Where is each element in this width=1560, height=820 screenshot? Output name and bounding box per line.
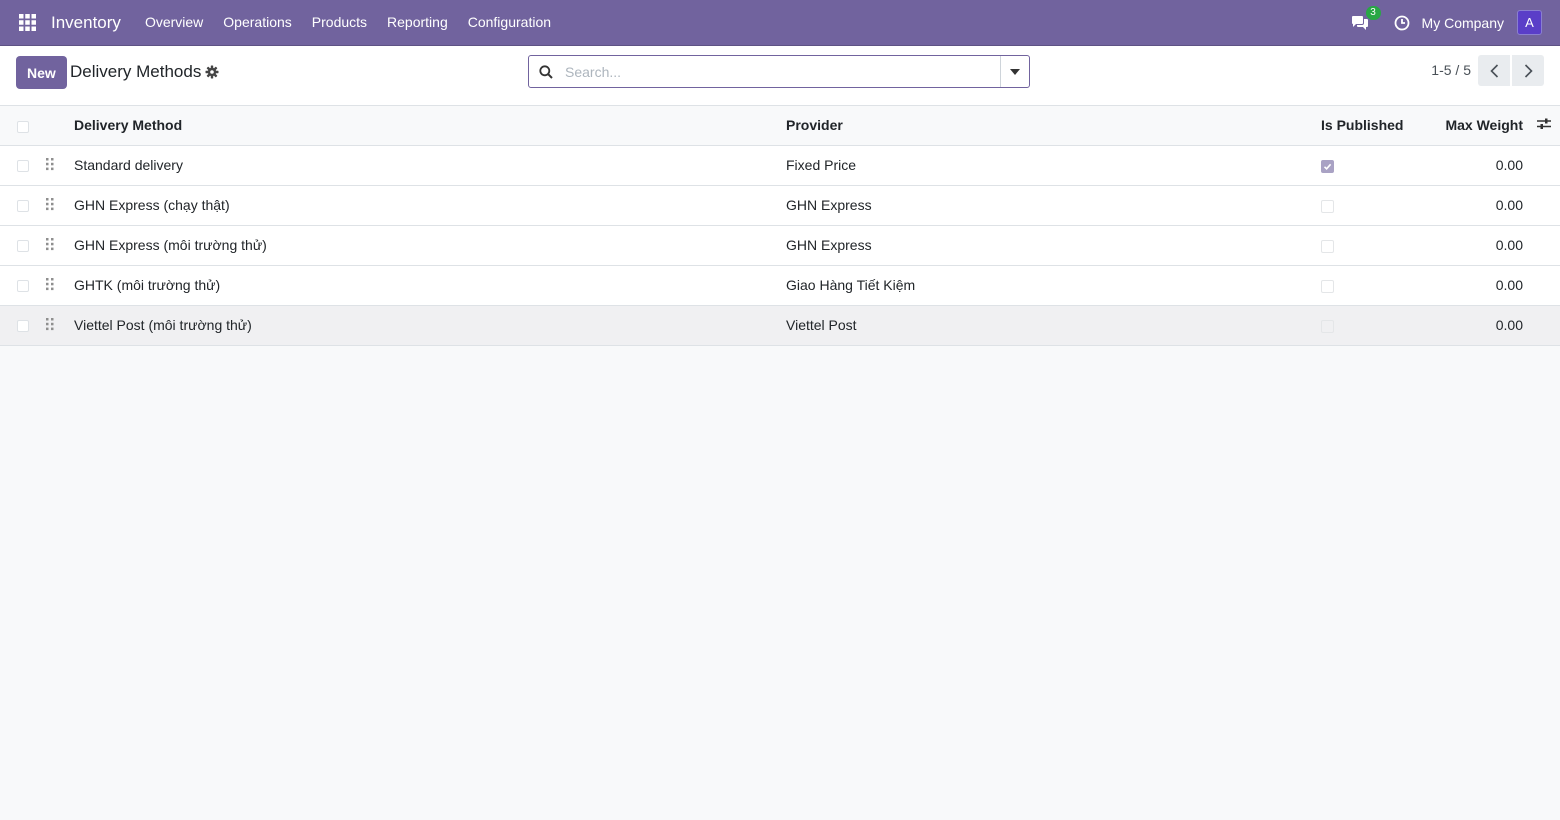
optional-columns-icon[interactable] bbox=[1537, 117, 1551, 133]
cell-max-weight: 0.00 bbox=[1431, 265, 1560, 306]
cell-delivery-method: Viettel Post (môi trường thử) bbox=[74, 305, 786, 346]
is-published-checkbox bbox=[1321, 199, 1334, 213]
messaging-icon[interactable]: 3 bbox=[1348, 5, 1381, 35]
menu-configuration[interactable]: Configuration bbox=[458, 0, 561, 45]
cell-provider: Giao Hàng Tiết Kiệm bbox=[786, 265, 1321, 306]
search-options-toggle[interactable] bbox=[1000, 56, 1029, 87]
cell-provider: GHN Express bbox=[786, 225, 1321, 266]
select-all-checkbox[interactable] bbox=[17, 120, 29, 133]
search-bar bbox=[528, 55, 1030, 88]
cell-provider: Fixed Price bbox=[786, 145, 1321, 186]
cell-provider: GHN Express bbox=[786, 185, 1321, 226]
page-title: Delivery Methods bbox=[70, 62, 202, 81]
caret-down-icon bbox=[1010, 68, 1020, 75]
is-published-checkbox bbox=[1321, 279, 1334, 293]
menu-operations[interactable]: Operations bbox=[213, 0, 301, 45]
app-brand[interactable]: Inventory bbox=[51, 13, 121, 33]
user-avatar[interactable]: A bbox=[1517, 10, 1542, 35]
table-row[interactable]: GHN Express (môi trường thử) GHN Express… bbox=[0, 225, 1560, 266]
drag-handle-icon[interactable] bbox=[45, 157, 55, 171]
is-published-checkbox bbox=[1321, 159, 1334, 173]
table-row[interactable]: Viettel Post (môi trường thử) Viettel Po… bbox=[0, 305, 1560, 346]
pager-value[interactable]: 1-5 / 5 bbox=[1431, 62, 1471, 78]
row-checkbox[interactable] bbox=[17, 200, 29, 213]
drag-handle-icon[interactable] bbox=[45, 317, 55, 331]
drag-handle-icon[interactable] bbox=[45, 237, 55, 251]
apps-grid-icon[interactable] bbox=[4, 0, 50, 45]
gear-icon[interactable] bbox=[205, 65, 219, 79]
table-row[interactable]: GHN Express (chạy thật) GHN Express 0.00 bbox=[0, 185, 1560, 226]
delivery-methods-table: Delivery Method Provider Is Published Ma… bbox=[0, 106, 1560, 346]
message-count-badge: 3 bbox=[1365, 5, 1381, 20]
top-navbar: Inventory Overview Operations Products R… bbox=[0, 0, 1560, 46]
table-header-row: Delivery Method Provider Is Published Ma… bbox=[0, 106, 1560, 146]
cell-max-weight: 0.00 bbox=[1431, 145, 1560, 186]
navbar-systray: 3 My Company A bbox=[1348, 0, 1542, 45]
cell-delivery-method: Standard delivery bbox=[74, 145, 786, 186]
cell-delivery-method: GHN Express (chạy thật) bbox=[74, 185, 786, 226]
row-checkbox[interactable] bbox=[17, 320, 29, 333]
column-header-max-weight-cell: Max Weight bbox=[1431, 106, 1560, 146]
pager-next-button[interactable] bbox=[1512, 55, 1544, 86]
table-row[interactable]: GHTK (môi trường thử) Giao Hàng Tiết Kiệ… bbox=[0, 265, 1560, 306]
cell-delivery-method: GHTK (môi trường thử) bbox=[74, 265, 786, 306]
menu-products[interactable]: Products bbox=[302, 0, 377, 45]
activity-clock-icon[interactable] bbox=[1392, 13, 1412, 33]
cell-max-weight: 0.00 bbox=[1431, 185, 1560, 226]
row-checkbox[interactable] bbox=[17, 160, 29, 173]
column-header-provider[interactable]: Provider bbox=[786, 106, 1321, 146]
check-icon bbox=[1323, 163, 1332, 170]
drag-handle-icon[interactable] bbox=[45, 277, 55, 291]
control-panel: New Delivery Methods Search... 1-5 / 5 bbox=[0, 46, 1560, 106]
column-header-is-published[interactable]: Is Published bbox=[1321, 106, 1431, 146]
is-published-checkbox bbox=[1321, 239, 1334, 253]
table-row[interactable]: Standard delivery Fixed Price 0.00 bbox=[0, 145, 1560, 186]
cell-provider: Viettel Post bbox=[786, 305, 1321, 346]
search-input[interactable] bbox=[563, 56, 1000, 87]
pager-previous-button[interactable] bbox=[1478, 55, 1510, 86]
is-published-checkbox bbox=[1321, 319, 1334, 333]
new-button[interactable]: New bbox=[16, 56, 67, 89]
cell-delivery-method: GHN Express (môi trường thử) bbox=[74, 225, 786, 266]
row-checkbox[interactable] bbox=[17, 280, 29, 293]
chevron-right-icon bbox=[1524, 63, 1533, 78]
cell-max-weight: 0.00 bbox=[1431, 225, 1560, 266]
row-checkbox[interactable] bbox=[17, 240, 29, 253]
select-all-cell bbox=[0, 106, 48, 146]
chevron-left-icon bbox=[1489, 63, 1498, 78]
company-switcher[interactable]: My Company bbox=[1422, 15, 1504, 31]
search-icon bbox=[529, 64, 563, 79]
menu-overview[interactable]: Overview bbox=[135, 0, 213, 45]
column-header-delivery-method[interactable]: Delivery Method bbox=[74, 106, 786, 146]
menu-reporting[interactable]: Reporting bbox=[377, 0, 458, 45]
cell-max-weight: 0.00 bbox=[1431, 305, 1560, 346]
drag-handle-icon[interactable] bbox=[45, 197, 55, 211]
